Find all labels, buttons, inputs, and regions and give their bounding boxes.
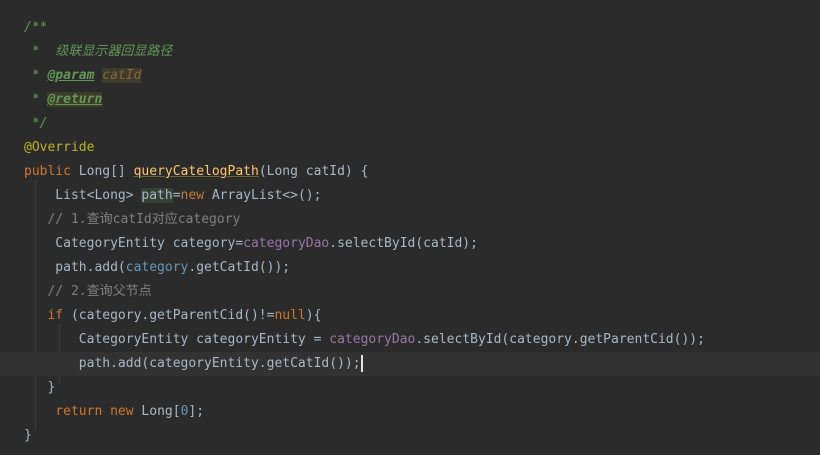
code-editor[interactable]: /** * 级联显示器回显路径 * @param catId * @return… — [0, 0, 820, 455]
code-token: new — [180, 188, 205, 203]
code-token: } — [24, 428, 32, 443]
code-token: CategoryEntity category= — [24, 236, 244, 251]
code-token: categoryDao — [243, 236, 330, 251]
code-token: /** — [24, 20, 48, 35]
code-token: 级联显示器回显路径 — [55, 44, 173, 59]
code-line[interactable]: */ — [0, 112, 48, 136]
code-token: if — [47, 308, 64, 323]
code-line[interactable]: * @return — [0, 88, 103, 112]
code-token: */ — [24, 116, 48, 131]
code-line[interactable]: } — [0, 424, 32, 448]
code-line[interactable]: * @param catId — [0, 64, 142, 88]
code-token: .getCatId()); — [188, 260, 291, 275]
code-token: CategoryEntity categoryEntity = — [24, 332, 330, 347]
text-caret — [360, 355, 363, 372]
code-token: // 1.查询catId对应category — [24, 212, 241, 227]
code-line[interactable]: /** — [0, 16, 47, 40]
code-token: Long[] — [70, 164, 134, 179]
code-token: category — [125, 260, 189, 275]
code-line[interactable]: List<Long> path=new ArrayList<>(); — [0, 184, 321, 208]
code-line[interactable]: CategoryEntity category=categoryDao.sele… — [0, 232, 478, 256]
code-line[interactable]: @Override — [0, 136, 94, 160]
code-token: return — [55, 404, 103, 419]
code-token: // 2.查询父节点 — [24, 284, 152, 299]
code-token: @param — [47, 68, 95, 83]
code-token: .selectById(category.getParentCid()); — [415, 332, 705, 347]
code-token: path.add(categoryEntity.getCatId()); — [24, 356, 361, 371]
code-token: = — [172, 188, 181, 203]
code-line[interactable]: if (category.getParentCid()!=null){ — [0, 304, 321, 328]
code-token: ){ — [305, 308, 322, 323]
code-token: queryCatelogPath — [133, 164, 259, 179]
code-line[interactable]: } — [0, 376, 55, 400]
code-token: path — [141, 188, 173, 203]
code-token: path.add( — [24, 260, 126, 275]
code-token: } — [24, 380, 56, 395]
code-token: null — [274, 308, 306, 323]
code-line[interactable]: // 1.查询catId对应category — [0, 208, 240, 232]
code-token: List<Long> — [24, 188, 142, 203]
code-line[interactable]: CategoryEntity categoryEntity = category… — [0, 328, 705, 352]
code-token: @Override — [24, 140, 95, 155]
code-token: new — [110, 404, 134, 419]
code-token: @return — [47, 92, 103, 107]
code-token: * — [24, 44, 56, 59]
code-token: public — [24, 164, 71, 179]
code-token: .selectById(catId); — [329, 236, 478, 251]
code-line[interactable]: return new Long[0]; — [0, 400, 204, 424]
code-line[interactable]: * 级联显示器回显路径 — [0, 40, 173, 64]
code-token: * — [24, 68, 48, 83]
code-token: categoryDao — [329, 332, 416, 347]
code-token: (category.getParentCid()!= — [63, 308, 275, 323]
code-token: ArrayList<>(); — [204, 188, 322, 203]
code-line[interactable]: // 2.查询父节点 — [0, 280, 152, 304]
code-token: (Long catId) { — [258, 164, 369, 179]
code-line[interactable]: public Long[] queryCatelogPath(Long catI… — [0, 160, 368, 184]
code-line[interactable]: path.add(category.getCatId()); — [0, 256, 290, 280]
code-token: catId — [102, 68, 142, 83]
code-token: * — [24, 92, 48, 107]
code-token: Long[ — [133, 404, 181, 419]
code-line[interactable]: path.add(categoryEntity.getCatId()); — [0, 352, 363, 376]
code-token: ]; — [188, 404, 205, 419]
